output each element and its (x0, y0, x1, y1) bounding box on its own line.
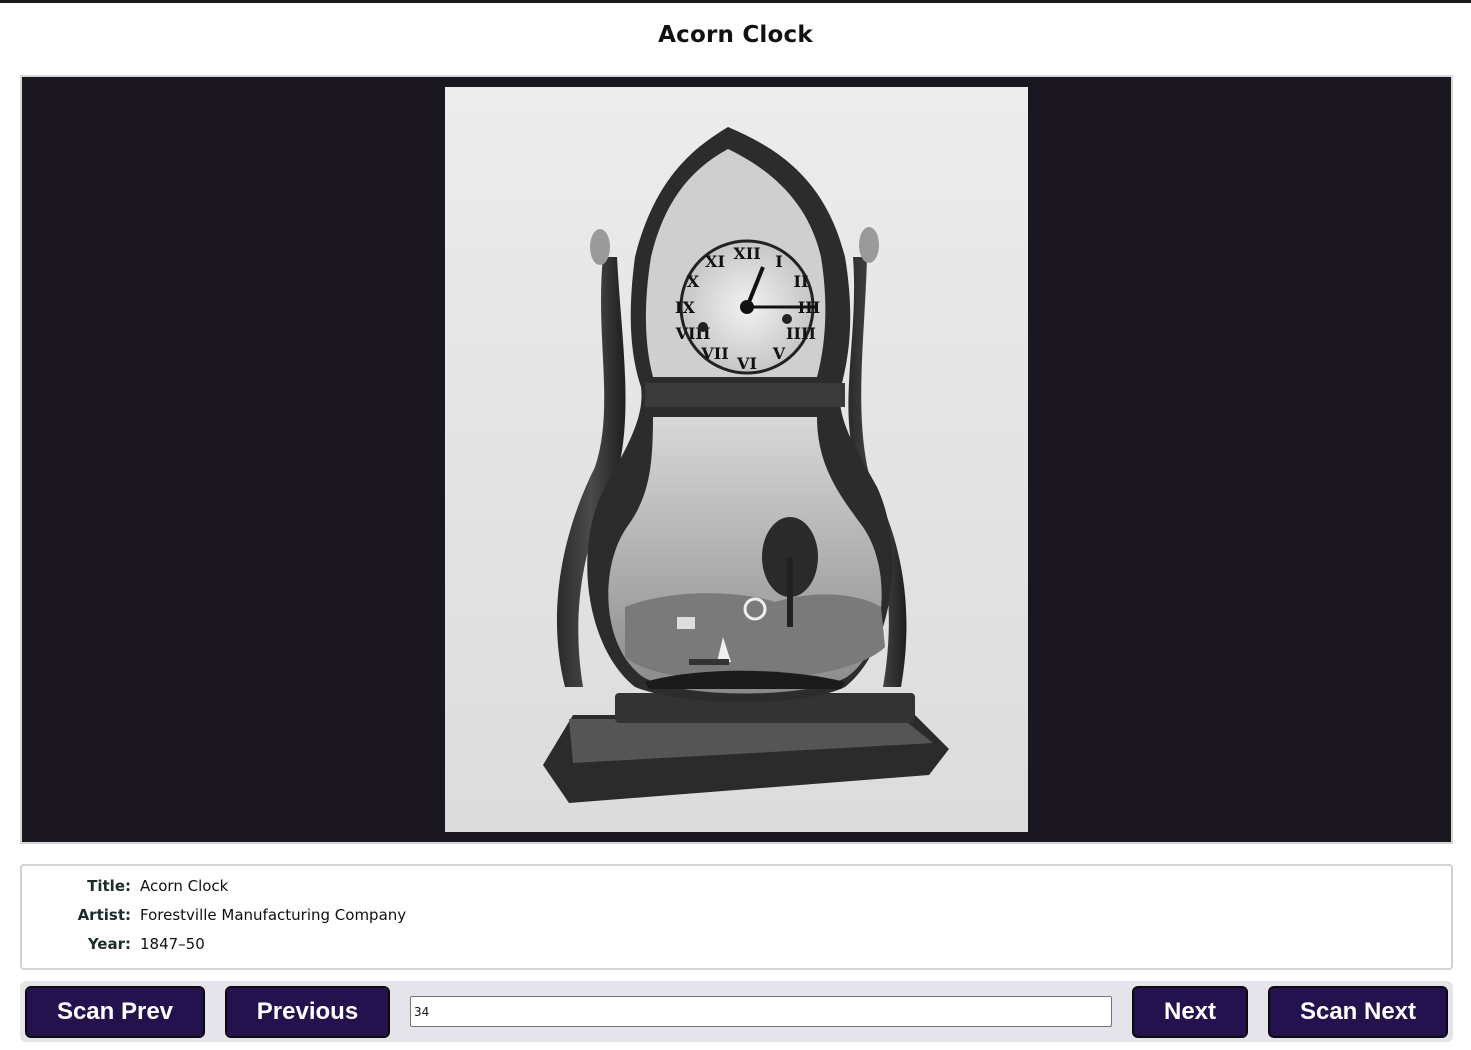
previous-button[interactable]: Previous (225, 986, 390, 1038)
scan-next-button[interactable]: Scan Next (1268, 986, 1448, 1038)
title-label: Title: (87, 877, 131, 895)
svg-text:XII: XII (733, 244, 760, 263)
svg-text:V: V (772, 344, 786, 363)
svg-text:X: X (687, 272, 700, 291)
navigation-bar: Scan Prev Previous Next Scan Next (20, 981, 1453, 1042)
svg-text:II: II (794, 272, 809, 291)
svg-text:IIII: IIII (786, 324, 816, 343)
svg-text:VII: VII (700, 344, 728, 363)
year-value: 1847–50 (140, 935, 205, 953)
image-panel: XII I II III IIII V VI VII VIII IX X XI (20, 75, 1453, 844)
scan-prev-button[interactable]: Scan Prev (25, 986, 205, 1038)
artwork-image: XII I II III IIII V VI VII VIII IX X XI (445, 87, 1028, 832)
svg-text:IX: IX (675, 298, 695, 317)
svg-text:I: I (775, 252, 782, 271)
artist-value: Forestville Manufacturing Company (140, 906, 407, 924)
title-value: Acorn Clock (140, 877, 229, 895)
index-input[interactable] (410, 996, 1112, 1027)
year-label: Year: (87, 935, 131, 953)
svg-text:VI: VI (736, 354, 757, 373)
next-button[interactable]: Next (1132, 986, 1248, 1038)
page-title: Acorn Clock (658, 22, 813, 48)
artist-label: Artist: (77, 906, 131, 924)
top-rule (0, 0, 1471, 3)
info-panel: Title: Acorn Clock Artist: Forestville M… (20, 864, 1453, 970)
svg-text:XI: XI (705, 252, 725, 271)
